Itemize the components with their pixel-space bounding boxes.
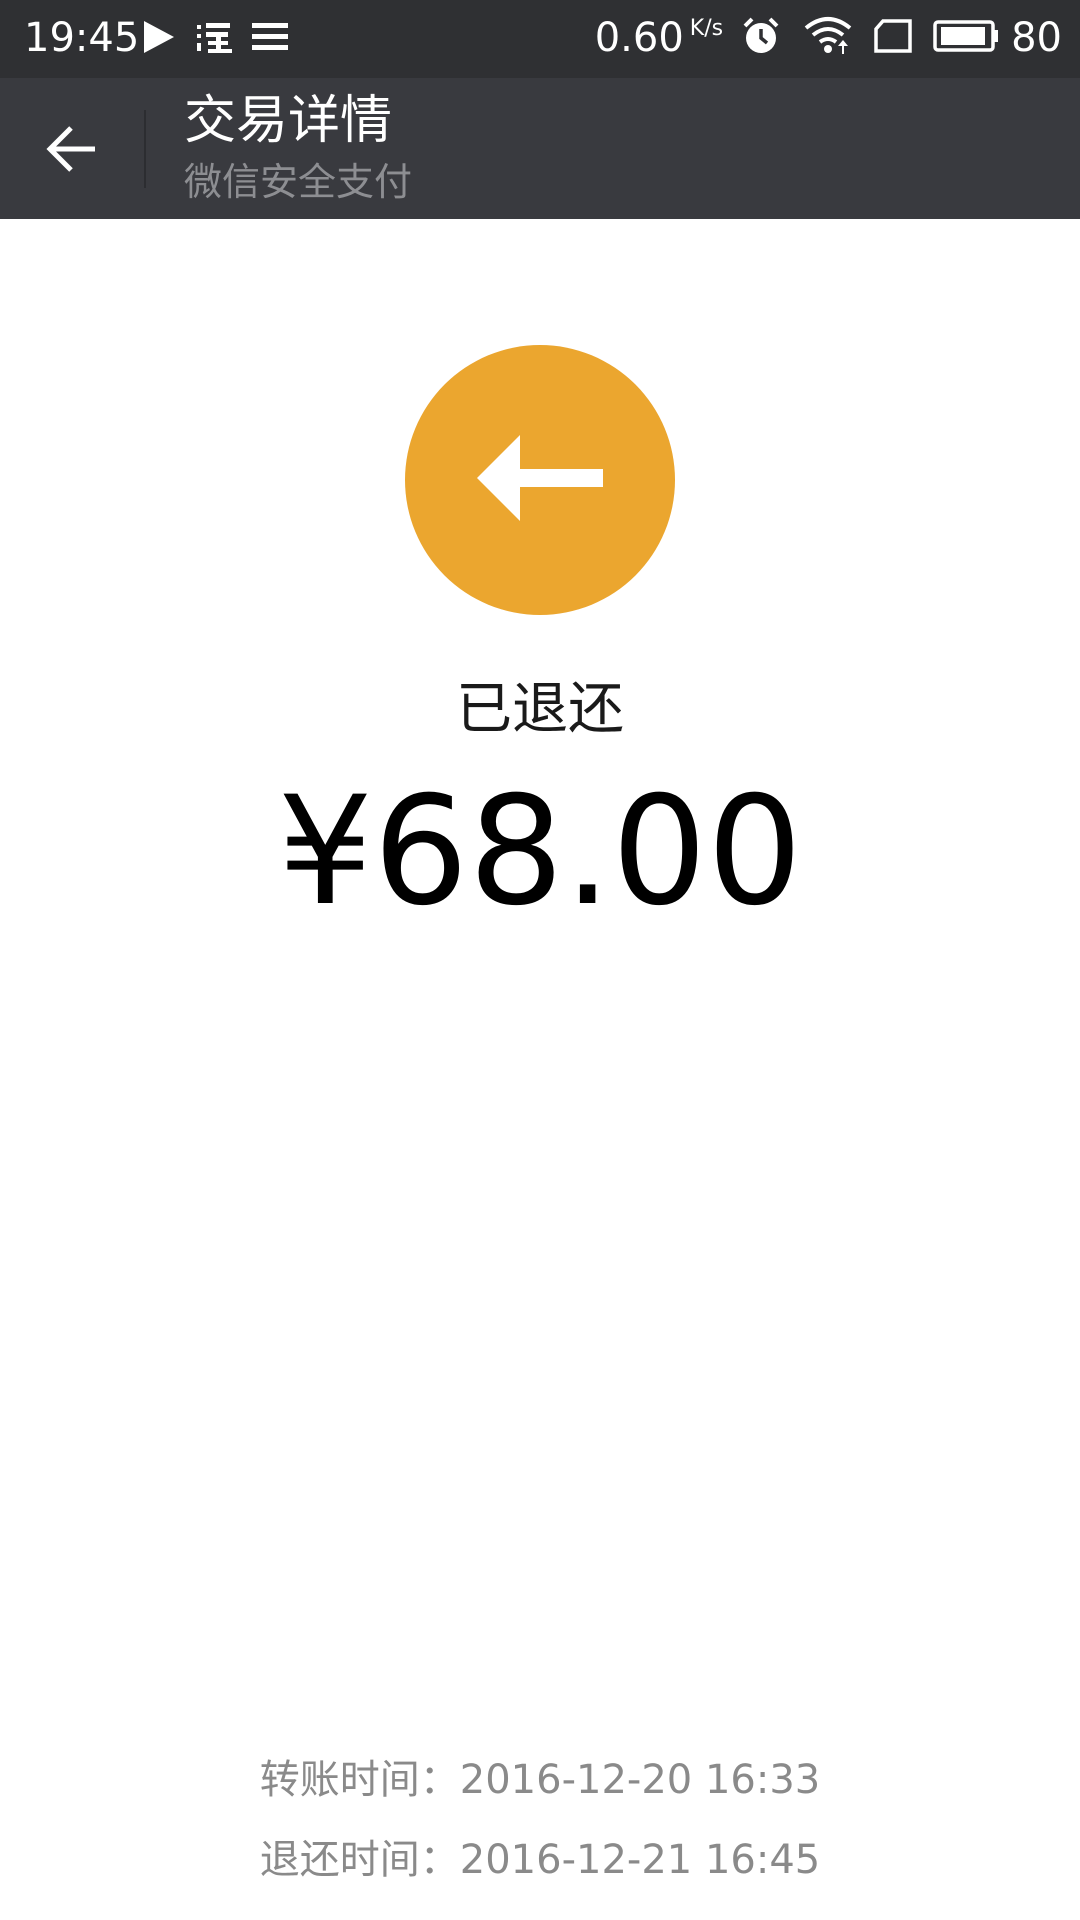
- alarm-icon: [741, 16, 781, 60]
- header: 交易详情 微信安全支付: [0, 78, 1080, 219]
- refund-time-value: 2016-12-21 16:45: [459, 1837, 821, 1883]
- arrow-left-icon: [475, 433, 605, 527]
- wifi-icon: [803, 16, 853, 60]
- back-button[interactable]: [28, 112, 114, 190]
- refund-status-badge: [405, 345, 675, 615]
- status-time: 19:45: [24, 15, 140, 61]
- refund-time-label: 退还时间：: [259, 1837, 460, 1883]
- transfer-time-row: 转账时间：2016-12-20 16:33: [0, 1745, 1080, 1825]
- menu-icon: [252, 21, 288, 57]
- network-speed-unit: K/s: [689, 16, 724, 41]
- page-subtitle: 微信安全支付: [184, 160, 413, 204]
- status-bar: 19:45 0.60 K/s 80: [0, 0, 1080, 78]
- battery-level: 80: [1011, 15, 1062, 61]
- transaction-amount: ¥68.00: [277, 765, 803, 939]
- network-speed: 0.60: [594, 15, 684, 61]
- sim-icon: [873, 18, 913, 58]
- status-left-icons: [142, 14, 288, 64]
- header-divider: [144, 110, 146, 188]
- transfer-time-label: 转账时间：: [259, 1757, 460, 1803]
- transaction-status: 已退还: [456, 677, 624, 742]
- battery-icon: [933, 18, 999, 58]
- taobao-icon: [194, 19, 234, 59]
- status-right: 0.60 K/s 80: [595, 12, 1062, 64]
- refund-time-row: 退还时间：2016-12-21 16:45: [0, 1825, 1080, 1905]
- page-title: 交易详情: [184, 91, 393, 151]
- transaction-details: 转账时间：2016-12-20 16:33 退还时间：2016-12-21 16…: [0, 1745, 1080, 1905]
- transfer-time-value: 2016-12-20 16:33: [459, 1757, 821, 1803]
- play-icon: [142, 19, 176, 59]
- arrow-left-icon: [45, 125, 97, 177]
